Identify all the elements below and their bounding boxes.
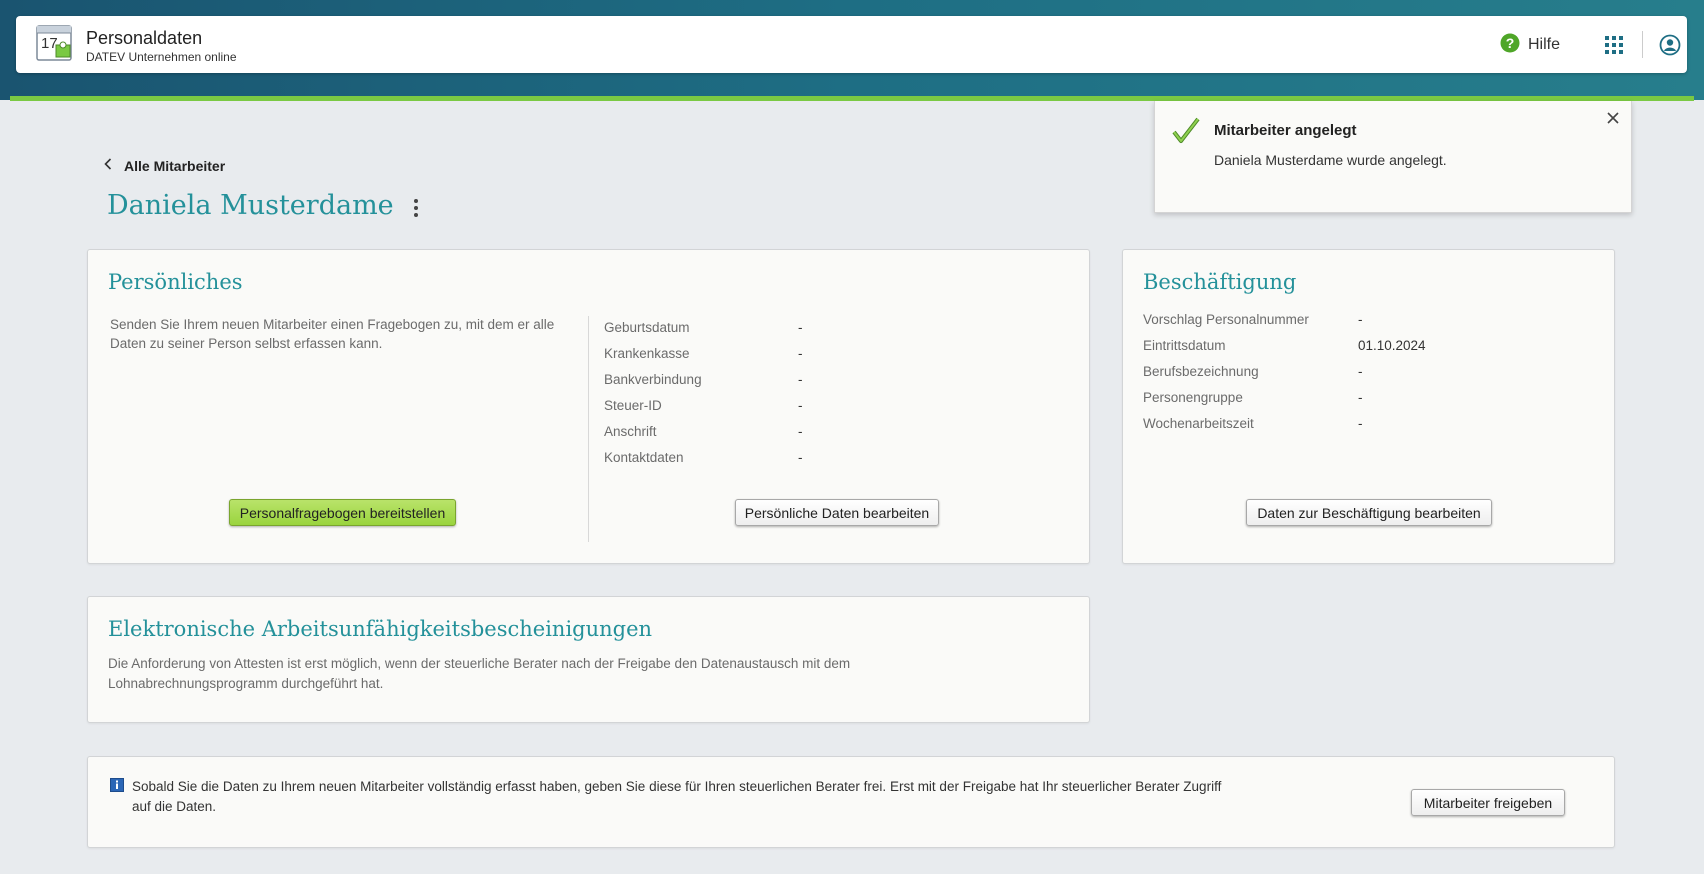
field-label: Krankenkasse <box>604 346 690 361</box>
user-account-icon[interactable] <box>1659 34 1681 56</box>
field-value: - <box>798 346 803 361</box>
field-value: - <box>1358 416 1363 431</box>
field-label: Steuer-ID <box>604 398 662 413</box>
eau-text-line-2: Lohnabrechnungsprogramm durchgeführt hat… <box>108 676 384 691</box>
app-subtitle: DATEV Unternehmen online <box>86 50 237 64</box>
field-value: - <box>798 372 803 387</box>
eau-card-title: Elektronische Arbeitsunfähigkeitsbeschei… <box>108 617 653 641</box>
field-label: Eintrittsdatum <box>1143 338 1226 353</box>
employment-card-title: Beschäftigung <box>1143 270 1297 294</box>
back-link-label: Alle Mitarbeiter <box>124 158 226 174</box>
help-button[interactable]: ? Hilfe <box>1500 33 1560 57</box>
field-value: - <box>1358 364 1363 379</box>
personal-description: Senden Sie Ihrem neuen Mitarbeiter einen… <box>110 317 555 351</box>
field-label: Geburtsdatum <box>604 320 690 335</box>
field-label: Vorschlag Personalnummer <box>1143 312 1309 327</box>
chevron-left-icon <box>104 157 112 175</box>
field-value: - <box>1358 312 1363 327</box>
field-label: Wochenarbeitszeit <box>1143 416 1254 431</box>
release-info-card: Sobald Sie die Daten zu Ihrem neuen Mita… <box>87 756 1615 848</box>
eau-card: Elektronische Arbeitsunfähigkeitsbeschei… <box>87 596 1090 723</box>
back-link[interactable]: Alle Mitarbeiter <box>104 157 225 175</box>
field-label: Kontaktdaten <box>604 450 684 465</box>
field-value: 01.10.2024 <box>1358 338 1426 353</box>
toast-message: Daniela Musterdame wurde angelegt. <box>1214 152 1447 168</box>
field-label: Bankverbindung <box>604 372 702 387</box>
edit-personal-data-button[interactable]: Persönliche Daten bearbeiten <box>735 499 939 526</box>
release-text-line-2: auf die Daten. <box>132 799 217 814</box>
personal-divider <box>588 316 589 542</box>
field-label: Berufsbezeichnung <box>1143 364 1259 379</box>
help-icon: ? <box>1500 33 1520 58</box>
app-launcher-grid-icon[interactable] <box>1605 36 1623 54</box>
success-toast: Mitarbeiter angelegt Daniela Musterdame … <box>1154 101 1632 213</box>
header-divider <box>1642 31 1643 58</box>
checkmark-icon <box>1172 117 1200 150</box>
personal-card-title: Persönliches <box>108 270 243 294</box>
field-value: - <box>798 450 803 465</box>
field-value: - <box>1358 390 1363 405</box>
app-header: 17 Personaldaten DATEV Unternehmen onlin… <box>16 16 1687 73</box>
app-icon-day: 17 <box>41 35 58 52</box>
field-label: Anschrift <box>604 424 657 439</box>
eau-text-line-1: Die Anforderung von Attesten ist erst mö… <box>108 656 851 671</box>
field-label: Personengruppe <box>1143 390 1243 405</box>
edit-employment-data-button[interactable]: Daten zur Beschäftigung bearbeiten <box>1246 499 1492 526</box>
field-value: - <box>798 424 803 439</box>
personal-card: Persönliches Senden Sie Ihrem neuen Mita… <box>87 249 1090 564</box>
employment-card: Beschäftigung Vorschlag Personalnummer -… <box>1122 249 1615 564</box>
more-options-icon[interactable] <box>411 199 421 221</box>
release-employee-button[interactable]: Mitarbeiter freigeben <box>1411 789 1565 816</box>
svg-text:?: ? <box>1506 35 1515 51</box>
app-title: Personaldaten <box>86 28 203 48</box>
provide-questionnaire-button[interactable]: Personalfragebogen bereitstellen <box>229 499 456 526</box>
info-icon <box>110 778 124 797</box>
field-value: - <box>798 320 803 335</box>
help-label: Hilfe <box>1528 36 1561 53</box>
field-value: - <box>798 398 803 413</box>
close-icon[interactable] <box>1606 111 1620 125</box>
toast-title: Mitarbeiter angelegt <box>1214 122 1357 139</box>
calendar-app-icon: 17 <box>35 24 75 64</box>
page-title: Daniela Musterdame <box>107 190 394 221</box>
release-text-line-1: Sobald Sie die Daten zu Ihrem neuen Mita… <box>132 779 1222 794</box>
